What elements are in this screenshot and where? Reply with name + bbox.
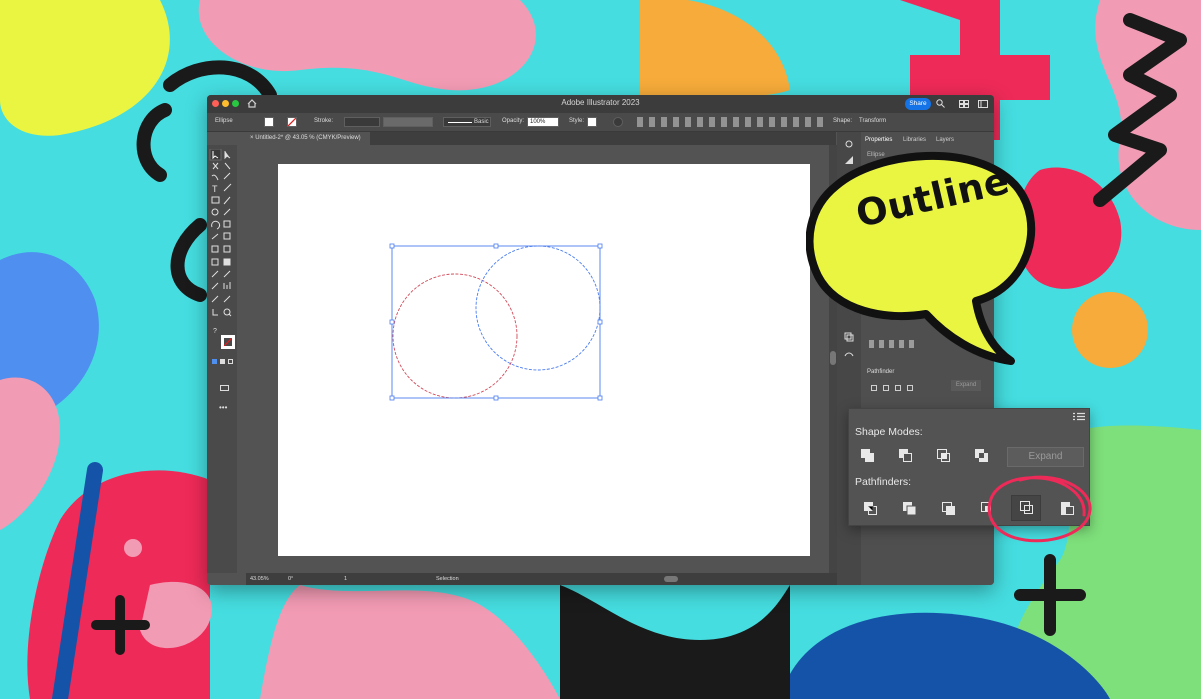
- exclude-icon[interactable]: [973, 447, 991, 465]
- stroke-weight-field[interactable]: [344, 117, 380, 127]
- selection-handles[interactable]: [389, 243, 603, 401]
- title-bar: Adobe Illustrator 2023 Share: [207, 95, 994, 113]
- tools-panel: T ? •••: [207, 145, 237, 573]
- canvas-area[interactable]: [246, 145, 835, 573]
- color-mode-icon[interactable]: [212, 359, 217, 364]
- zoom-level[interactable]: 43.05%: [250, 576, 269, 582]
- tab-libraries[interactable]: Libraries: [903, 137, 926, 143]
- highlight-circle: [987, 475, 1092, 543]
- recolor-artwork-icon[interactable]: [613, 117, 623, 127]
- selection-type-label: Ellipse: [215, 118, 233, 124]
- artboard-number[interactable]: 1: [344, 576, 347, 582]
- tab-properties[interactable]: Properties: [865, 137, 892, 143]
- share-button[interactable]: Share: [905, 98, 931, 110]
- control-bar: Ellipse Stroke: Basic Opacity: 100% Styl…: [207, 113, 994, 132]
- screen-mode-icon[interactable]: [220, 385, 229, 391]
- panel-menu-icon[interactable]: [1073, 412, 1085, 421]
- exclude-mini-icon[interactable]: [907, 385, 913, 391]
- selection-bounding-box[interactable]: [391, 245, 601, 399]
- merge-icon[interactable]: [940, 500, 958, 518]
- unite-icon[interactable]: [859, 447, 877, 465]
- style-label: Style:: [569, 118, 585, 124]
- opacity-field[interactable]: 100%: [527, 117, 559, 127]
- stroke-swatch[interactable]: [287, 117, 297, 127]
- divide-icon[interactable]: [862, 500, 880, 518]
- stroke-label: Stroke:: [314, 118, 334, 124]
- intersect-icon[interactable]: [935, 447, 953, 465]
- pathfinders-label: Pathfinders:: [855, 476, 912, 488]
- shape-modes-label: Shape Modes:: [855, 426, 923, 438]
- unite-mini-icon[interactable]: [871, 385, 877, 391]
- intersect-mini-icon[interactable]: [895, 385, 901, 391]
- workspace-switcher-icon[interactable]: [978, 100, 988, 108]
- artboard[interactable]: [278, 164, 810, 556]
- arrange-documents-icon[interactable]: [959, 100, 969, 108]
- stroke-color-box[interactable]: [221, 335, 235, 349]
- edit-toolbar-icon[interactable]: •••: [219, 403, 227, 412]
- document-tab-bar: × Untitled-2* @ 43.05 % (CMYK/Preview): [246, 132, 836, 145]
- search-icon[interactable]: [936, 99, 945, 108]
- document-tab-title: Untitled-2* @ 43.05 % (CMYK/Preview): [255, 135, 361, 141]
- window-title: Adobe Illustrator 2023: [561, 98, 640, 107]
- ellipse-left[interactable]: [392, 273, 518, 399]
- document-tab[interactable]: × Untitled-2* @ 43.05 % (CMYK/Preview): [246, 132, 370, 145]
- graphic-style-swatch[interactable]: [587, 117, 597, 127]
- gradient-mode-icon[interactable]: [220, 359, 225, 364]
- variable-width-profile[interactable]: [383, 117, 433, 127]
- ellipse-right[interactable]: [475, 245, 601, 371]
- expand-button[interactable]: Expand: [1007, 447, 1084, 467]
- none-mode-icon[interactable]: [228, 359, 233, 364]
- close-tab-icon[interactable]: ×: [250, 135, 254, 141]
- trim-icon[interactable]: [901, 500, 919, 518]
- brush-definition-dropdown[interactable]: Basic: [443, 117, 491, 127]
- expand-button-small[interactable]: Expand: [951, 380, 981, 391]
- svg-text:T: T: [212, 184, 218, 194]
- transform-link[interactable]: Transform: [859, 118, 886, 124]
- current-tool[interactable]: Selection: [436, 576, 459, 582]
- fill-swatch[interactable]: [264, 117, 274, 127]
- artwork[interactable]: [278, 164, 810, 556]
- align-controls[interactable]: [637, 117, 827, 127]
- opacity-label: Opacity:: [502, 118, 525, 124]
- shape-label: Shape:: [833, 118, 853, 124]
- status-bar: 43.05% 0° 1 Selection: [246, 573, 838, 585]
- tab-layers[interactable]: Layers: [936, 137, 954, 143]
- rotation-value[interactable]: 0°: [288, 576, 293, 582]
- minus-front-icon[interactable]: [897, 447, 915, 465]
- horizontal-scrollbar[interactable]: [664, 576, 678, 582]
- minus-front-mini-icon[interactable]: [883, 385, 889, 391]
